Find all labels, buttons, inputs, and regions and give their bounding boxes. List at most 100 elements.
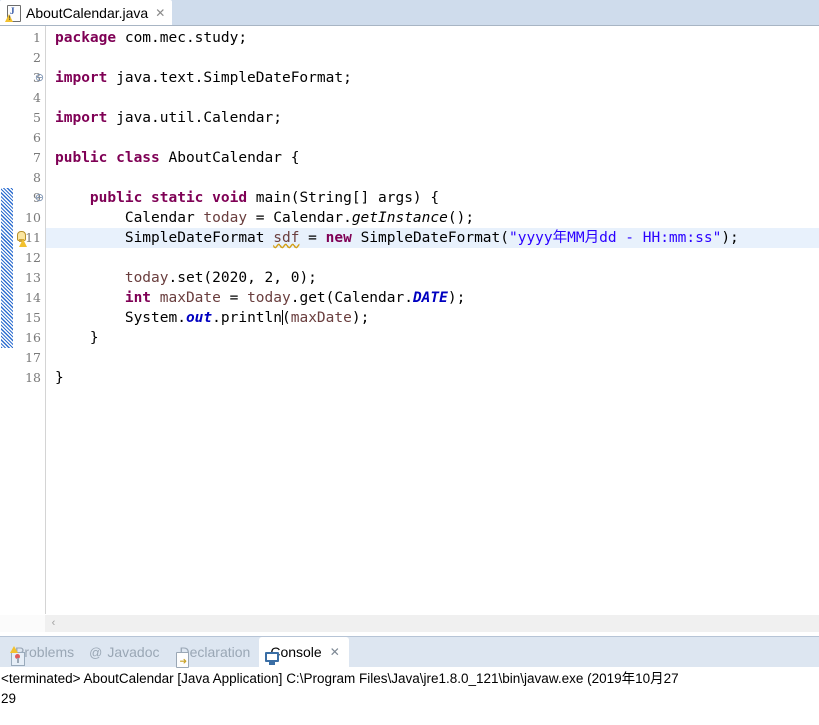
line-number: 1 [33,30,41,45]
bottom-panel: Problems @ Javadoc ➜ Declaration Console ✕ <te… [0,636,819,724]
code-line[interactable]: package com.mec.study; [55,28,247,48]
code-token: .get(Calendar. [290,290,413,306]
code-token: com.mec.study; [124,30,248,46]
code-line[interactable]: SimpleDateFormat sdf = new SimpleDateFor… [55,228,739,248]
line-number: 16 [25,330,41,345]
code-token: new [325,230,361,246]
line-number: 18 [25,370,41,385]
code-token: today [203,210,248,226]
line-number: 12 [25,250,41,265]
code-token: void [212,190,256,206]
code-token: ( [282,310,291,326]
line-number: 4 [33,90,41,105]
editor-body: 1 2 3 4 5 6 7 8 9 10 11 12 13 14 15 16 17 18 package com.… [0,26,819,614]
panel-tab-javadoc[interactable]: @ Javadoc [83,637,168,667]
code-token: System. [55,310,186,326]
scrollbar-left-pad [0,615,45,632]
code-token: java.util.Calendar; [116,110,282,126]
fold-collapse-icon[interactable]: ⊖ [34,188,45,208]
code-token: = [299,230,326,246]
code-line[interactable]: public static void main(String[] args) { [55,188,439,208]
fold-collapse-icon[interactable]: ⊖ [34,68,45,88]
scroll-left-icon[interactable]: ‹ [45,615,62,632]
code-token: .set(2020, 2, 0); [168,270,317,286]
code-line[interactable]: public class AboutCalendar { [55,148,299,168]
code-token: today [124,270,169,286]
console-output-area[interactable]: <terminated> AboutCalendar [Java Applica… [0,667,819,724]
warning-bulb-icon[interactable] [15,230,29,247]
code-token: .println [212,310,282,326]
panel-tab-console[interactable]: Console ✕ [259,637,349,667]
console-output-line: 29 [1,691,17,706]
code-token: = Calendar. [247,210,352,226]
code-token: java.text.SimpleDateFormat; [116,70,352,86]
line-number: 13 [25,270,41,285]
code-token: import [55,70,117,86]
code-token: import [55,110,117,126]
code-line[interactable]: Calendar today = Calendar.getInstance(); [55,208,474,228]
changed-lines-bar [1,188,13,348]
panel-tab-problems[interactable]: Problems [4,637,83,667]
change-ruler [0,26,14,614]
code-token: } [55,330,99,346]
line-number: 15 [25,310,41,325]
panel-tab-label: Declaration [179,644,251,660]
code-token: Calendar [55,210,204,226]
code-line[interactable]: System.out.println(maxDate); [55,308,369,328]
line-number: 2 [33,50,41,65]
code-line[interactable]: } [55,328,99,348]
code-token: getInstance [351,210,448,226]
java-file-warning-icon: J ! [5,4,21,22]
code-token: ); [447,290,466,306]
code-line[interactable]: import java.util.Calendar; [55,108,282,128]
line-number: 8 [33,170,41,185]
code-token: ); [351,310,370,326]
editor-tab-bar: J ! AboutCalendar.java ✕ [0,0,819,26]
code-token: maxDate [159,290,221,306]
panel-tab-declaration[interactable]: ➜ Declaration [169,637,260,668]
code-token: } [55,370,64,386]
code-token: public [55,150,117,166]
code-token: public [89,190,152,206]
code-line[interactable]: today.set(2020, 2, 0); [55,268,317,288]
code-token: DATE [412,290,448,306]
tab-bar-filler [172,0,203,25]
code-token: static [151,190,213,206]
code-token: maxDate [290,310,352,326]
code-token: int [124,290,160,306]
editor-horizontal-scrollbar[interactable]: ‹ [0,614,819,632]
line-number: 14 [25,290,41,305]
code-token: class [116,150,169,166]
code-text-area[interactable]: package com.mec.study; import java.text.S… [46,26,819,614]
editor-tab-aboutcalendar[interactable]: J ! AboutCalendar.java ✕ [0,0,173,25]
code-token: main(String[] args) { [255,190,440,206]
panel-tab-label: Javadoc [107,644,160,660]
code-token: SimpleDateFormat( [360,230,509,246]
editor-tab-label: AboutCalendar.java [26,4,149,21]
code-token: AboutCalendar { [168,150,300,166]
code-token: "yyyy年MM月dd - HH:mm:ss" [508,230,722,246]
line-number-gutter[interactable]: 1 2 3 4 5 6 7 8 9 10 11 12 13 14 15 16 17 18 [14,26,46,614]
code-token: (); [447,210,475,226]
at-icon: @ [89,644,103,660]
scrollbar-track[interactable] [62,615,819,632]
line-number: 10 [25,210,41,225]
line-number: 7 [33,150,41,165]
close-icon[interactable]: ✕ [327,645,340,659]
code-line[interactable]: } [55,368,64,388]
code-token: sdf [273,230,300,246]
code-token: out [185,310,213,326]
line-number: 6 [33,130,41,145]
bottom-panel-tab-bar: Problems @ Javadoc ➜ Declaration Console ✕ [0,637,819,668]
code-line[interactable]: import java.text.SimpleDateFormat; [55,68,352,88]
code-token: ); [721,230,739,246]
code-token: package [55,30,125,46]
code-token: = [220,290,248,306]
close-icon[interactable]: ✕ [153,7,165,19]
code-line[interactable]: int maxDate = today.get(Calendar.DATE); [55,288,466,308]
code-token: SimpleDateFormat [55,230,274,246]
code-token: today [247,290,291,306]
